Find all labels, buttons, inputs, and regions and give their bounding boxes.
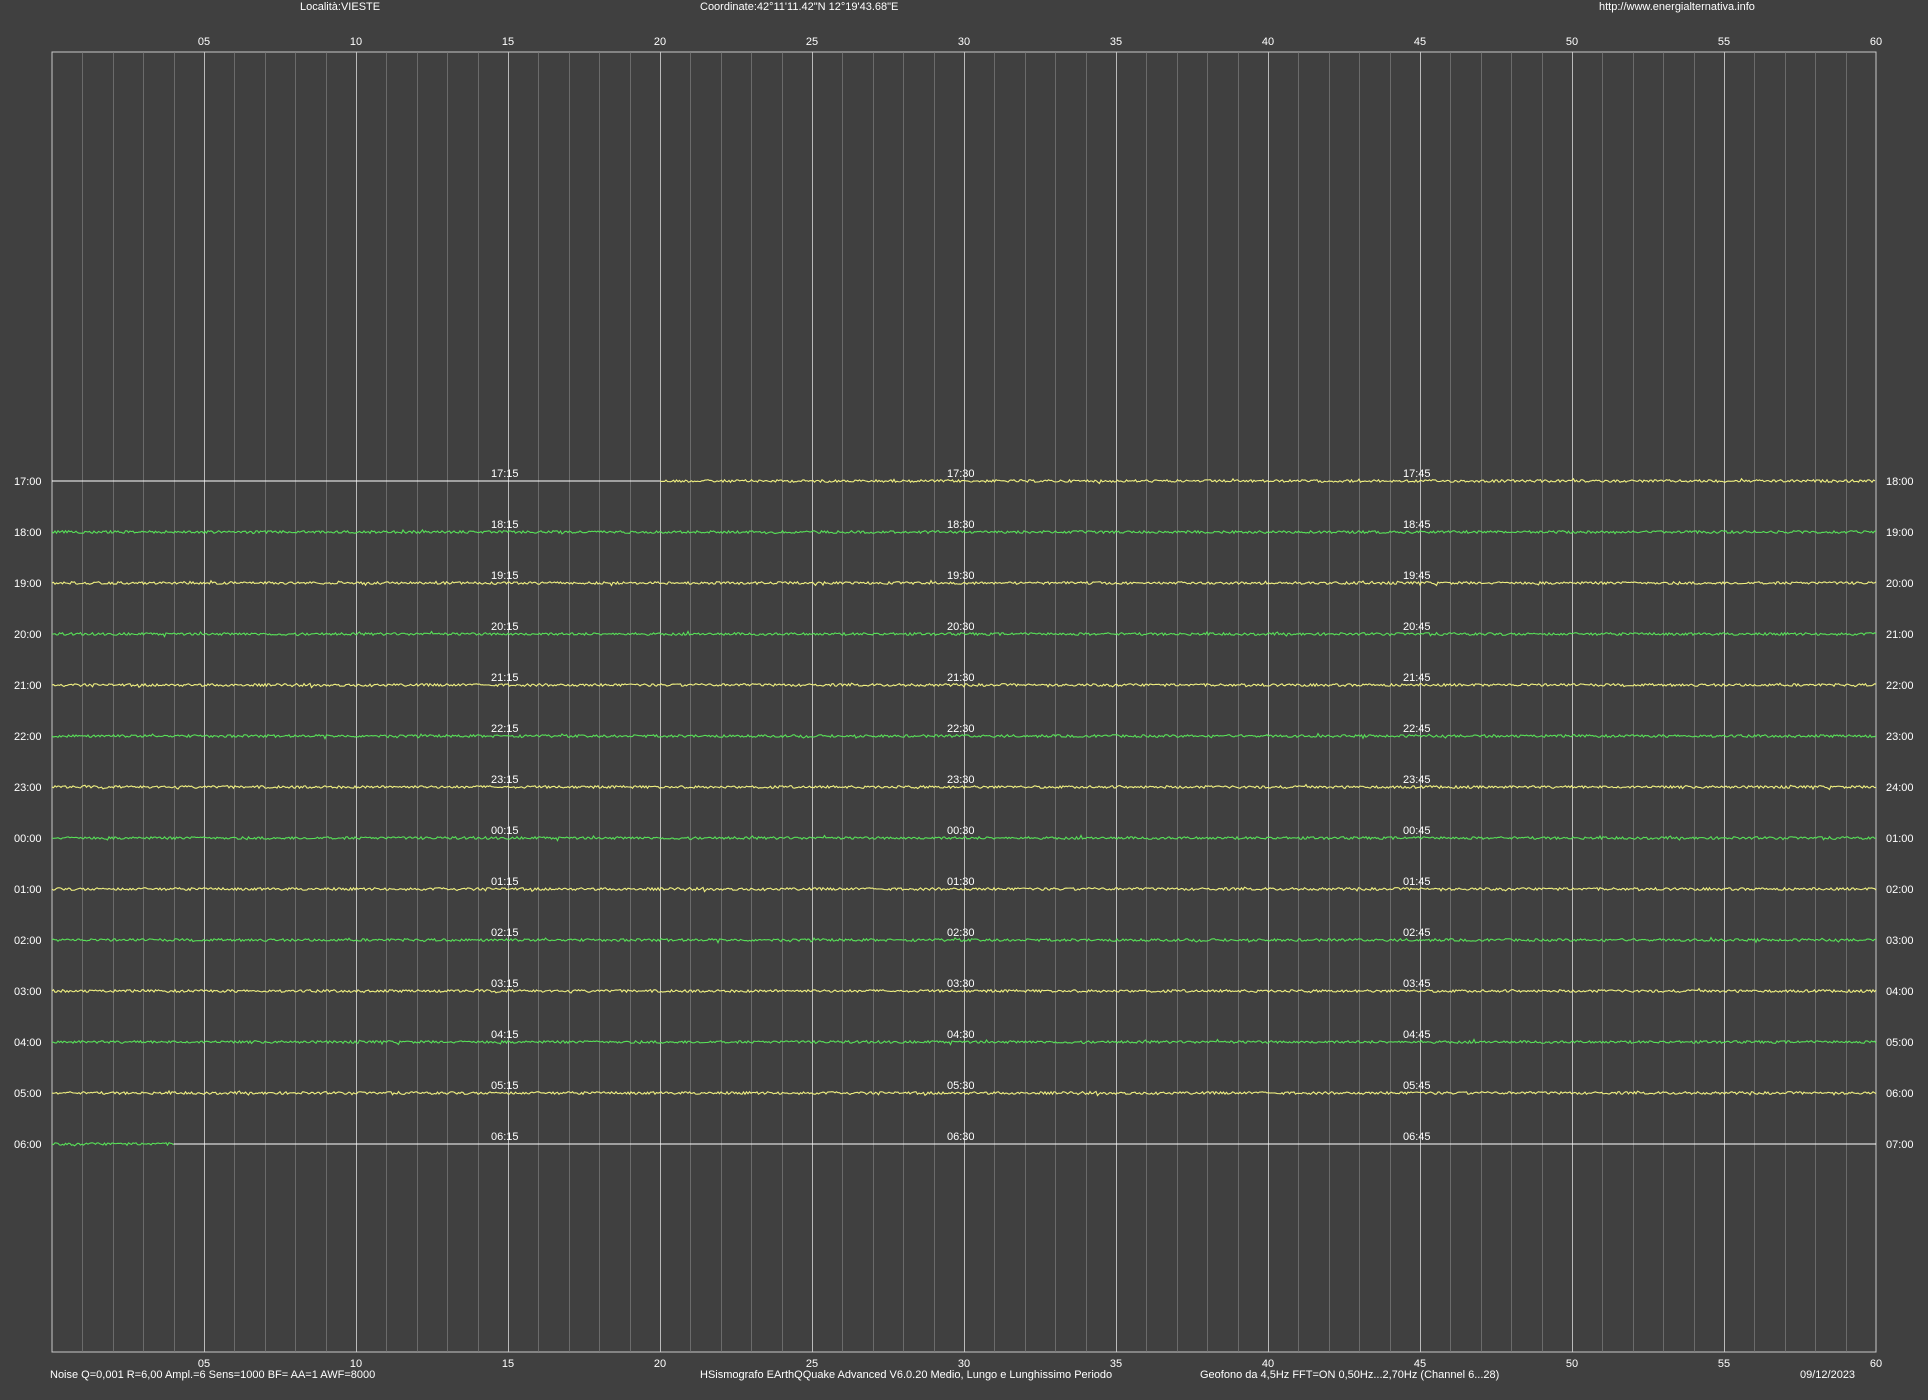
quarter-label: 01:45	[1403, 876, 1431, 888]
software-label: HSismografo EArthQQuake Advanced V6.0.20…	[700, 1369, 1113, 1381]
x-tick-label-top: 45	[1414, 36, 1426, 48]
quarter-label: 17:30	[947, 468, 975, 480]
row-label-left: 00:00	[14, 833, 42, 845]
row-label-right: 24:00	[1886, 782, 1914, 794]
quarter-label: 06:15	[491, 1131, 519, 1143]
x-tick-label-top: 50	[1566, 36, 1578, 48]
trace-line	[51, 1142, 174, 1147]
quarter-label: 01:30	[947, 876, 975, 888]
x-tick-label-bottom: 20	[654, 1358, 666, 1370]
quarter-label: 17:15	[491, 468, 519, 480]
quarter-label: 20:30	[947, 621, 975, 633]
quarter-label: 23:45	[1403, 774, 1431, 786]
row-label-left: 19:00	[14, 578, 42, 590]
noise-settings-label: Noise Q=0,001 R=6,00 Ampl.=6 Sens=1000 B…	[50, 1369, 376, 1381]
quarter-label: 06:30	[947, 1131, 975, 1143]
quarter-label: 22:45	[1403, 723, 1431, 735]
quarter-label: 19:15	[491, 570, 519, 582]
quarter-label: 03:30	[947, 978, 975, 990]
x-tick-label-top: 05	[198, 36, 210, 48]
quarter-label: 19:45	[1403, 570, 1431, 582]
quarter-label: 02:15	[491, 927, 519, 939]
quarter-label: 05:30	[947, 1080, 975, 1092]
x-tick-label-bottom: 50	[1566, 1358, 1578, 1370]
row-label-left: 23:00	[14, 782, 42, 794]
quarter-label: 22:15	[491, 723, 519, 735]
quarter-label: 17:45	[1403, 468, 1431, 480]
row-label-left: 01:00	[14, 884, 42, 896]
quarter-label: 22:30	[947, 723, 975, 735]
x-tick-label-top: 40	[1262, 36, 1274, 48]
row-label-right: 19:00	[1886, 527, 1914, 539]
x-tick-label-top: 35	[1110, 36, 1122, 48]
quarter-label: 06:45	[1403, 1131, 1431, 1143]
quarter-label: 02:45	[1403, 927, 1431, 939]
row-label-left: 02:00	[14, 935, 42, 947]
row-label-left: 20:00	[14, 629, 42, 641]
row-label-right: 06:00	[1886, 1088, 1914, 1100]
quarter-label: 03:45	[1403, 978, 1431, 990]
x-tick-label-bottom: 60	[1870, 1358, 1882, 1370]
x-tick-label-top: 10	[350, 36, 362, 48]
quarter-label: 02:30	[947, 927, 975, 939]
row-label-left: 21:00	[14, 680, 42, 692]
quarter-label: 23:15	[491, 774, 519, 786]
x-tick-label-top: 60	[1870, 36, 1882, 48]
row-label-right: 05:00	[1886, 1037, 1914, 1049]
row-label-left: 06:00	[14, 1139, 42, 1151]
quarter-label: 21:30	[947, 672, 975, 684]
row-label-left: 03:00	[14, 986, 42, 998]
quarter-label: 05:45	[1403, 1080, 1431, 1092]
seismogram-chart: 0505101015152020252530303535404045455050…	[14, 36, 1914, 1370]
row-label-right: 03:00	[1886, 935, 1914, 947]
quarter-label: 04:45	[1403, 1029, 1431, 1041]
quarter-label: 18:45	[1403, 519, 1431, 531]
quarter-label: 03:15	[491, 978, 519, 990]
row-label-right: 01:00	[1886, 833, 1914, 845]
quarter-label: 04:30	[947, 1029, 975, 1041]
row-label-right: 02:00	[1886, 884, 1914, 896]
x-tick-label-top: 25	[806, 36, 818, 48]
quarter-label: 23:30	[947, 774, 975, 786]
quarter-label: 18:15	[491, 519, 519, 531]
quarter-label: 20:15	[491, 621, 519, 633]
x-tick-label-bottom: 55	[1718, 1358, 1730, 1370]
row-label-left: 18:00	[14, 527, 42, 539]
row-label-right: 07:00	[1886, 1139, 1914, 1151]
date-label: 09/12/2023	[1800, 1369, 1856, 1381]
quarter-label: 21:45	[1403, 672, 1431, 684]
row-label-left: 04:00	[14, 1037, 42, 1049]
row-label-left: 05:00	[14, 1088, 42, 1100]
sensor-label: Geofono da 4,5Hz FFT=ON 0,50Hz...2,70Hz …	[1200, 1369, 1500, 1381]
x-tick-label-top: 15	[502, 36, 514, 48]
quarter-label: 18:30	[947, 519, 975, 531]
quarter-label: 21:15	[491, 672, 519, 684]
quarter-label: 00:15	[491, 825, 519, 837]
x-tick-label-top: 55	[1718, 36, 1730, 48]
x-tick-label-top: 20	[654, 36, 666, 48]
x-tick-label-bottom: 15	[502, 1358, 514, 1370]
row-label-right: 21:00	[1886, 629, 1914, 641]
row-label-right: 23:00	[1886, 731, 1914, 743]
row-label-right: 22:00	[1886, 680, 1914, 692]
quarter-label: 00:45	[1403, 825, 1431, 837]
row-label-left: 22:00	[14, 731, 42, 743]
row-label-right: 04:00	[1886, 986, 1914, 998]
row-label-right: 18:00	[1886, 476, 1914, 488]
quarter-label: 19:30	[947, 570, 975, 582]
x-tick-label-top: 30	[958, 36, 970, 48]
quarter-label: 00:30	[947, 825, 975, 837]
row-label-right: 20:00	[1886, 578, 1914, 590]
quarter-label: 01:15	[491, 876, 519, 888]
quarter-label: 04:15	[491, 1029, 519, 1041]
quarter-label: 05:15	[491, 1080, 519, 1092]
quarter-label: 20:45	[1403, 621, 1431, 633]
row-label-left: 17:00	[14, 476, 42, 488]
